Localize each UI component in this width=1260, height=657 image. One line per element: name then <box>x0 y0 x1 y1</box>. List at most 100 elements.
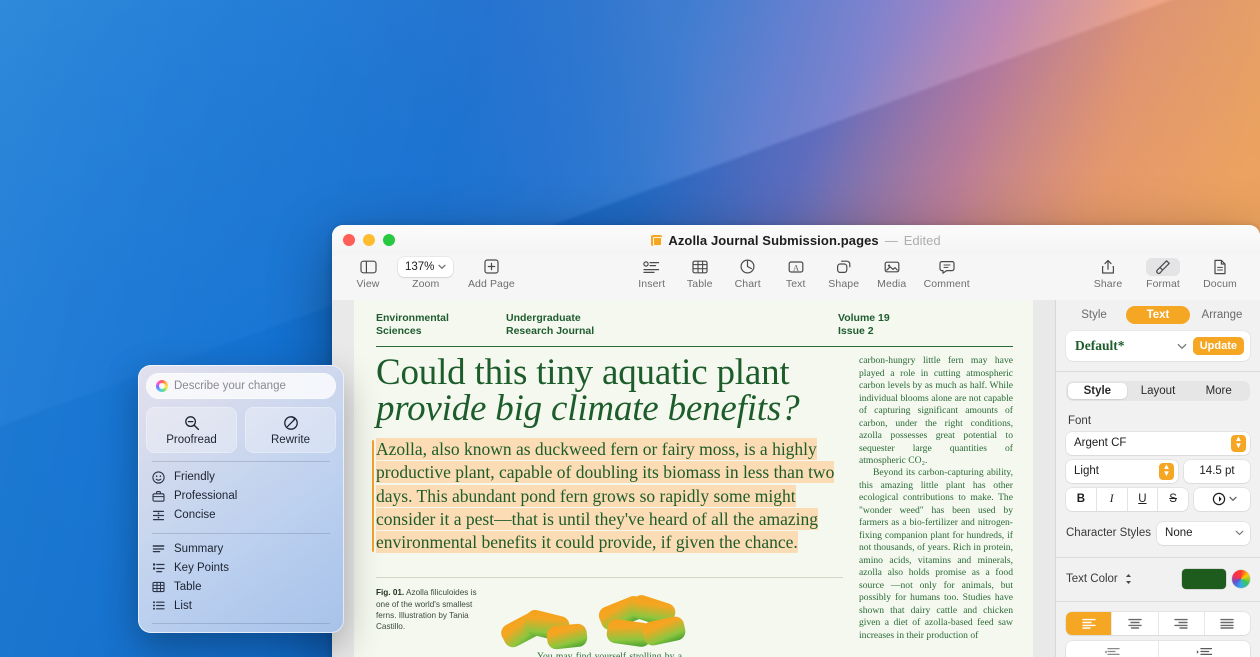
toolbar-right-group: Share Format Docum <box>1084 255 1246 290</box>
transform-item-summary[interactable]: Summary <box>146 539 336 558</box>
lede-text: Azolla, also known as duckweed fern or f… <box>376 438 835 554</box>
edited-status: Edited <box>903 232 941 248</box>
close-button[interactable] <box>343 234 355 246</box>
apple-intelligence-icon <box>156 380 168 392</box>
update-style-button[interactable]: Update <box>1192 337 1244 355</box>
chevron-down-icon <box>1235 530 1244 536</box>
zoom-control[interactable]: 137% Zoom <box>394 255 457 290</box>
zoom-pill[interactable]: 137% <box>398 256 454 277</box>
format-button[interactable]: Format <box>1136 255 1190 290</box>
align-center-button[interactable] <box>1112 611 1159 635</box>
briefcase-icon <box>152 490 165 503</box>
font-size-field[interactable]: 14.5 pt <box>1184 459 1250 483</box>
lower-column-text[interactable]: You may find yourself strolling by a pon… <box>537 651 682 657</box>
chevron-down-icon[interactable] <box>1177 343 1187 350</box>
font-weight-select[interactable]: Light ▲ ▼ <box>1066 459 1178 483</box>
text-color-swatch[interactable] <box>1182 569 1226 589</box>
font-weight-value: Light <box>1074 465 1099 477</box>
format-sidebar: Style Text Arrange Default* Update Style… <box>1055 300 1260 657</box>
tab-text[interactable]: Text <box>1126 306 1190 324</box>
align-right-button[interactable] <box>1159 611 1205 635</box>
decrease-indent-button[interactable] <box>1066 640 1159 657</box>
italic-button[interactable]: I <box>1097 487 1128 511</box>
character-styles-select[interactable]: None <box>1157 521 1250 545</box>
sidebar-icon <box>359 256 377 277</box>
tone-item-professional[interactable]: Professional <box>146 487 336 506</box>
magnifier-check-icon <box>184 415 200 431</box>
transform-item-table[interactable]: Table <box>146 577 336 596</box>
font-size-value: 14.5 pt <box>1199 465 1235 477</box>
proofread-button[interactable]: Proofread <box>146 407 237 453</box>
add-page-button[interactable]: Add Page <box>461 255 521 290</box>
document-canvas[interactable]: Environmental Sciences Undergraduate Res… <box>332 300 1055 657</box>
font-weight-stepper-icon[interactable]: ▲ ▼ <box>1159 462 1174 480</box>
tab-arrange[interactable]: Arrange <box>1190 306 1254 324</box>
tone-item-friendly[interactable]: Friendly <box>146 468 336 487</box>
zoom-label: Zoom <box>412 278 440 290</box>
transform-item-key-points[interactable]: Key Points <box>146 558 336 577</box>
font-weight-size-row: Light ▲ ▼ 14.5 pt <box>1066 459 1250 483</box>
masthead-journal-line2: Research Journal <box>506 325 595 338</box>
media-button[interactable]: Media <box>870 255 914 290</box>
selection-caret <box>372 440 374 553</box>
color-wheel-icon[interactable] <box>1232 570 1250 588</box>
maximize-button[interactable] <box>383 234 395 246</box>
writing-tools-divider-2 <box>152 532 330 533</box>
text-button[interactable]: A Text <box>774 255 818 290</box>
text-indent-bar <box>1066 640 1251 657</box>
view-button[interactable]: View <box>346 255 390 290</box>
chart-button[interactable]: Chart <box>726 255 770 290</box>
toolbar-center-group: Insert Table Chart A Text Shape Media Co… <box>630 255 976 290</box>
lede-divider-rule <box>376 577 843 579</box>
comment-label: Comment <box>923 278 970 290</box>
article-lede-paragraph[interactable]: Azolla, also known as duckweed fern or f… <box>372 438 843 554</box>
align-left-button[interactable] <box>1066 611 1113 635</box>
sort-arrows-icon[interactable] <box>1124 573 1133 585</box>
rewrite-button[interactable]: Rewrite <box>245 407 336 453</box>
window-controls[interactable] <box>332 234 395 246</box>
describe-change-placeholder: Describe your change <box>174 380 286 392</box>
compose-item[interactable]: Compose... <box>146 630 336 634</box>
describe-change-input[interactable]: Describe your change <box>146 373 336 399</box>
share-button[interactable]: Share <box>1084 255 1132 290</box>
subtab-more[interactable]: More <box>1189 383 1248 399</box>
minimize-button[interactable] <box>363 234 375 246</box>
font-family-stepper-icon[interactable]: ▲ ▼ <box>1231 434 1246 452</box>
key-points-icon <box>152 561 165 574</box>
underline-button[interactable]: U <box>1128 487 1159 511</box>
main-toolbar: View 137% Zoom Add Page Insert Table Cha… <box>332 255 1260 300</box>
insert-button[interactable]: Insert <box>630 255 674 290</box>
subtab-layout[interactable]: Layout <box>1129 383 1188 399</box>
article-side-column[interactable]: carbon-hungry little fern may have playe… <box>859 355 1013 657</box>
insert-label: Insert <box>638 278 666 290</box>
smiley-icon <box>152 470 165 484</box>
character-styles-row: Character Styles None <box>1066 521 1250 545</box>
masthead-journal: Undergraduate Research Journal <box>506 312 838 338</box>
document-page[interactable]: Environmental Sciences Undergraduate Res… <box>354 300 1033 657</box>
azolla-illustration[interactable] <box>491 587 843 651</box>
document-title: Azolla Journal Submission.pages <box>668 232 879 248</box>
table-button[interactable]: Table <box>678 255 722 290</box>
bold-button[interactable]: B <box>1066 487 1097 511</box>
headline-line-1: Could this tiny aquatic plant <box>376 352 790 394</box>
format-active-bg <box>1146 257 1181 276</box>
font-family-select[interactable]: Argent CF ▲ ▼ <box>1066 431 1250 455</box>
font-style-segmented[interactable]: B I U S <box>1066 487 1188 511</box>
tab-style[interactable]: Style <box>1062 306 1126 324</box>
strikethrough-button[interactable]: S <box>1158 488 1188 511</box>
paragraph-style-row[interactable]: Default* Update <box>1066 331 1250 361</box>
article-headline[interactable]: Could this tiny aquatic plant provide bi… <box>376 352 843 427</box>
shape-button[interactable]: Shape <box>822 255 866 290</box>
tone-item-concise[interactable]: Concise <box>146 506 336 525</box>
comment-button[interactable]: Comment <box>918 255 976 290</box>
align-justify-icon <box>1220 618 1235 629</box>
transform-item-list[interactable]: List <box>146 596 336 615</box>
figure-caption: Fig. 01. Azolla filiculoides is one of t… <box>376 587 481 647</box>
document-button[interactable]: Docum <box>1194 255 1246 290</box>
font-options-menu[interactable] <box>1194 487 1250 511</box>
increase-indent-button[interactable] <box>1159 641 1251 657</box>
masthead-issue-number: Issue 2 <box>838 325 874 338</box>
align-justify-button[interactable] <box>1205 612 1250 635</box>
subtab-style[interactable]: Style <box>1068 382 1127 399</box>
sidebar-divider-2 <box>1056 556 1260 557</box>
